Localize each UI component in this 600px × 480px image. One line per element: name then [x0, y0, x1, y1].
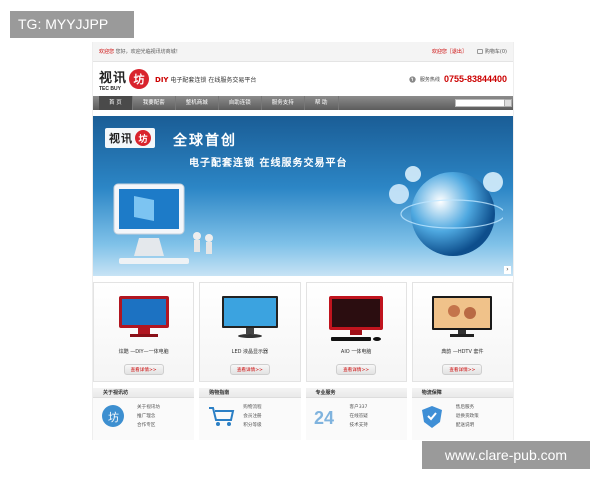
site-slogan: DIY 电子配套连锁 在线服务交易平台 [155, 75, 256, 84]
svg-text:坊: 坊 [108, 410, 119, 424]
view-details-button-1[interactable]: 查看详情>> [123, 364, 164, 375]
banner-logo-chinese: 视讯 [109, 133, 133, 145]
banner-headline: 全球首创 [173, 133, 237, 149]
info-link[interactable]: 在线答疑 [350, 412, 368, 421]
globe-illustration [389, 166, 503, 256]
info-link[interactable]: 合作专区 [137, 421, 160, 430]
hero-banner[interactable]: 视讯 坊 全球首创 电子配套连锁 在线服务交易平台 › [93, 116, 513, 276]
logo-badge: 坊 [129, 69, 150, 89]
info-link[interactable]: 关于视讯坊 [137, 403, 160, 412]
cart-icon [476, 49, 483, 54]
chevron-right-icon[interactable]: › [504, 266, 511, 274]
info-column-shopping: 购物指南 购物流程 会员注册 积分等级 [199, 388, 301, 440]
banner-logo: 视讯 坊 [105, 128, 155, 148]
info-link[interactable]: 购物流程 [243, 403, 261, 412]
hotline-number: 0755-83844400 [443, 74, 507, 84]
product-image-2 [221, 296, 278, 338]
user-link[interactable]: 欢迎您［退出］ [432, 48, 467, 55]
hotline-label: 服务热线 [419, 76, 440, 83]
info-link[interactable]: 会员注册 [243, 412, 261, 421]
info-link[interactable]: 退换货政策 [456, 412, 479, 421]
view-details-button-4[interactable]: 查看详情>> [442, 364, 483, 375]
product-image-1 [118, 296, 169, 337]
product-card-2[interactable]: LED 液晶显示器 查看详情>> [199, 282, 301, 382]
products-row: 炫酷 —DIY—一体电脑 查看详情>> LED 液晶显示器 查看详情>> AIO… [93, 276, 513, 382]
site-logo[interactable]: 视讯 TEC BUY 坊 DIY 电子配套连锁 在线服务交易平台 [99, 67, 256, 92]
logo-english: TEC BUY [99, 85, 121, 92]
screenshot-stage: TG: MYYJJPP 欢迎您 您好，欢迎光临视讯坊商城！ 欢迎您［退出］ 购物… [0, 0, 600, 480]
banner-logo-badge: 坊 [135, 130, 151, 146]
svg-text:24: 24 [314, 408, 334, 428]
slogan-diy: DIY [155, 75, 169, 84]
info-columns: 关于视讯坊 坊 关于视讯坊 推广理念 合作专区 购物指南 购物流程 会员注册 积… [93, 382, 513, 440]
info-link[interactable]: 推广理念 [137, 412, 160, 421]
brand-badge-icon: 坊 [102, 405, 124, 427]
product-card-3[interactable]: AIO 一体电脑 查看详情>> [305, 282, 407, 382]
info-link[interactable]: 技术支持 [350, 421, 368, 430]
product-card-1[interactable]: 炫酷 —DIY—一体电脑 查看详情>> [93, 282, 195, 382]
login-link[interactable]: 欢迎您 [99, 49, 114, 55]
view-details-button-2[interactable]: 查看详情>> [229, 364, 270, 375]
shopping-cart-icon [209, 407, 235, 426]
watermark-bottom: www.clare-pub.com [422, 441, 590, 469]
nav-item-help[interactable]: 帮 助 [305, 96, 339, 110]
info-column-service: 专业服务 24 客户337 在线答疑 技术支持 [305, 388, 407, 440]
info-column-title-logistics: 物流保障 [411, 388, 513, 398]
info-links-shopping: 购物流程 会员注册 积分等级 [243, 403, 261, 430]
product-label-1: 炫酷 —DIY—一体电脑 [118, 349, 169, 355]
info-links-about: 关于视讯坊 推广理念 合作专区 [137, 403, 160, 430]
info-link[interactable]: 售后服务 [456, 403, 479, 412]
info-column-title-shopping: 购物指南 [199, 388, 301, 398]
aio-pc-illustration [113, 183, 213, 264]
shield-icon [421, 406, 442, 428]
hotline: 服务热线 0755-83844400 [409, 74, 507, 84]
search-input[interactable] [455, 99, 512, 107]
banner-subline: 电子配套连锁 在线服务交易平台 [189, 158, 348, 169]
nav-item-chain[interactable]: 自助连锁 [219, 96, 262, 110]
info-link[interactable]: 客户337 [350, 403, 368, 412]
nav-item-home[interactable]: 首 页 [99, 96, 133, 110]
site-header: 视讯 TEC BUY 坊 DIY 电子配套连锁 在线服务交易平台 服务热线 07… [93, 62, 513, 96]
24-hour-service-icon: 24 [314, 408, 334, 428]
logo-chinese: 视讯 [99, 69, 128, 85]
product-label-2: LED 液晶显示器 [231, 349, 269, 355]
main-nav: 首 页 我要配套 整机商城 自助连锁 服务支持 帮 助 [93, 96, 513, 110]
cart-text: 购物车(0) [484, 49, 507, 55]
nav-item-mall[interactable]: 整机商城 [176, 96, 219, 110]
info-link[interactable]: 配送说明 [456, 421, 479, 430]
info-column-title-about: 关于视讯坊 [93, 388, 195, 398]
product-card-4[interactable]: 典韵 —HDTV 套件 查看详情>> [411, 282, 513, 382]
watermark-top: TG: MYYJJPP [10, 11, 134, 38]
search-button[interactable] [504, 99, 512, 107]
welcome-text: 您好，欢迎光临视讯坊商城！ [115, 49, 181, 55]
product-image-3 [329, 296, 384, 341]
cart-link[interactable]: 购物车(0) [476, 48, 507, 55]
info-link[interactable]: 积分等级 [243, 421, 261, 430]
info-column-logistics: 物流保障 售后服务 退换货政策 配送说明 [411, 388, 513, 440]
top-bar-right: 欢迎您［退出］ 购物车(0) [432, 48, 507, 55]
slogan-text: 电子配套连锁 在线服务交易平台 [170, 76, 257, 84]
phone-icon [409, 75, 416, 83]
nav-item-config[interactable]: 我要配套 [133, 96, 176, 110]
product-label-4: 典韵 —HDTV 套件 [441, 349, 484, 355]
nav-item-support[interactable]: 服务支持 [262, 96, 305, 110]
top-bar: 欢迎您 您好，欢迎光临视讯坊商城！ 欢迎您［退出］ 购物车(0) [93, 42, 513, 62]
product-image-4 [432, 296, 493, 337]
view-details-button-3[interactable]: 查看详情>> [336, 364, 377, 375]
info-links-service: 客户337 在线答疑 技术支持 [350, 403, 368, 430]
top-bar-left: 欢迎您 您好，欢迎光临视讯坊商城！ [99, 48, 181, 55]
info-column-title-service: 专业服务 [305, 388, 407, 398]
product-label-3: AIO 一体电脑 [340, 349, 372, 355]
info-column-about: 关于视讯坊 坊 关于视讯坊 推广理念 合作专区 [93, 388, 195, 440]
web-page: 欢迎您 您好，欢迎光临视讯坊商城！ 欢迎您［退出］ 购物车(0) 视讯 TEC … [92, 42, 514, 440]
info-links-logistics: 售后服务 退换货政策 配送说明 [456, 403, 479, 430]
logo-text: 视讯 TEC BUY [99, 67, 127, 92]
